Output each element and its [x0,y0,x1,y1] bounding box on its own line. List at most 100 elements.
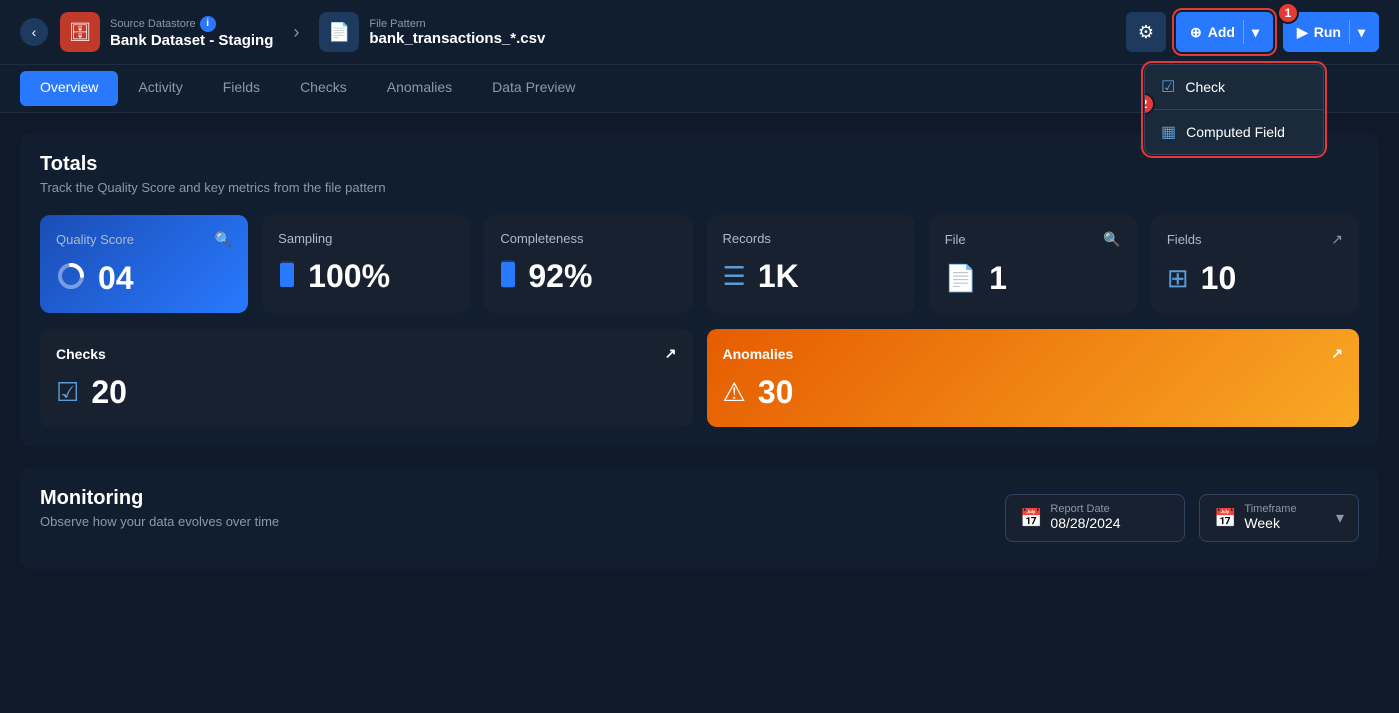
source-datastore-icon: 🗄 [60,12,100,52]
header-left: ‹ 🗄 Source Datastore i Bank Dataset - St… [20,12,545,52]
settings-button[interactable]: ⚙ [1126,12,1166,52]
fields-arrow-icon[interactable]: ↗ [1331,231,1343,248]
sampling-value: 100% [308,258,390,295]
metric-header-sampling: Sampling [278,231,454,246]
timeframe-chevron-icon: ▾ [1336,508,1344,528]
header: ‹ 🗄 Source Datastore i Bank Dataset - St… [0,0,1399,65]
tab-activity[interactable]: Activity [118,65,202,112]
metric-header-completeness: Completeness [500,231,676,246]
completeness-label: Completeness [500,231,583,246]
file-search-icon[interactable]: 🔍 [1103,231,1120,248]
anomalies-card[interactable]: Anomalies ↗ ⚠ 30 [707,329,1360,427]
file-text: File Pattern bank_transactions_*.csv [369,18,545,47]
back-button[interactable]: ‹ [20,18,48,46]
tab-data-preview[interactable]: Data Preview [472,65,595,112]
timeframe-value: Week [1244,515,1280,531]
timeframe-field[interactable]: 📅 Timeframe Week ▾ [1199,494,1359,542]
quality-score-label: Quality Score [56,232,134,247]
anomalies-label: Anomalies [723,346,794,362]
timeframe-text: Timeframe Week [1244,503,1296,533]
checks-label: Checks [56,346,106,362]
file-pattern-name: bank_transactions_*.csv [369,30,545,47]
totals-title: Totals [40,153,1359,176]
metric-card-file[interactable]: File 🔍 📄 1 [929,215,1137,313]
metric-card-completeness[interactable]: Completeness 92% [484,215,692,313]
totals-subtitle: Track the Quality Score and key metrics … [40,180,1359,195]
records-icon: ☰ [723,261,746,292]
metric-card-sampling[interactable]: Sampling 100% [262,215,470,313]
quality-value-row: 04 [56,260,232,297]
checks-value: 20 [91,374,127,411]
sampling-value-row: 100% [278,258,454,295]
metric-header-records: Records [723,231,899,246]
fields-value-row: ⊞ 10 [1167,260,1343,297]
report-date-value: 08/28/2024 [1050,515,1120,531]
bottom-row: Checks ↗ ☑ 20 Anomalies ↗ ⚠ 30 [40,329,1359,427]
dropdown-item-computed-field[interactable]: ▦ Computed Field [1145,109,1323,154]
tab-fields[interactable]: Fields [203,65,280,112]
add-badge-1: 1 [1277,2,1299,24]
anomalies-value: 30 [758,374,794,411]
monitoring-section: Monitoring Observe how your data evolves… [20,467,1379,569]
sampling-icon [278,259,296,294]
monitoring-right: 📅 Report Date 08/28/2024 📅 Timeframe Wee… [1005,494,1359,542]
checks-value-row: ☑ 20 [56,374,677,411]
timeframe-calendar-icon: 📅 [1214,508,1236,529]
file-value: 1 [989,260,1007,297]
quality-score-value: 04 [98,260,134,297]
completeness-value: 92% [528,258,592,295]
run-play-icon: ▶ [1297,24,1308,41]
add-button[interactable]: ⊕ Add ▾ [1176,12,1273,52]
dropdown-check-label: Check [1185,79,1225,95]
completeness-value-row: 92% [500,258,676,295]
records-value: 1K [758,258,799,295]
calendar-icon: 📅 [1020,508,1042,529]
metric-card-records[interactable]: Records ☰ 1K [707,215,915,313]
file-pattern-label: File Pattern [369,18,545,30]
run-divider [1349,20,1350,44]
records-label: Records [723,231,771,246]
file-value-row: 📄 1 [945,260,1121,297]
add-chevron-icon: ▾ [1252,24,1259,41]
anomalies-arrow-icon[interactable]: ↗ [1331,345,1343,362]
main-content: Totals Track the Quality Score and key m… [0,113,1399,589]
checks-card[interactable]: Checks ↗ ☑ 20 [40,329,693,427]
totals-section: Totals Track the Quality Score and key m… [20,133,1379,447]
computed-field-icon: ▦ [1161,122,1176,142]
add-plus-icon: ⊕ [1190,24,1202,41]
sampling-label: Sampling [278,231,332,246]
file-block: 📄 File Pattern bank_transactions_*.csv [319,12,545,52]
file-label: File [945,232,966,247]
add-label: Add [1208,24,1235,40]
monitoring-title: Monitoring [40,487,279,510]
anomalies-title-row: Anomalies ↗ [723,345,1344,362]
anomalies-value-row: ⚠ 30 [723,374,1344,411]
source-name: Bank Dataset - Staging [110,32,273,49]
tab-overview[interactable]: Overview [20,71,118,106]
tab-checks[interactable]: Checks [280,65,367,112]
run-chevron-icon: ▾ [1358,24,1365,41]
metric-card-fields[interactable]: Fields ↗ ⊞ 10 [1151,215,1359,313]
check-icon: ☑ [1161,77,1175,97]
dropdown-item-check[interactable]: ☑ Check [1145,65,1323,109]
metric-card-quality-score[interactable]: Quality Score 🔍 04 [40,215,248,313]
fields-columns-icon: ⊞ [1167,263,1189,294]
source-info-badge[interactable]: i [200,16,216,32]
tab-anomalies[interactable]: Anomalies [367,65,472,112]
breadcrumb-arrow: › [293,22,299,43]
metric-header-quality: Quality Score 🔍 [56,231,232,248]
source-block: 🗄 Source Datastore i Bank Dataset - Stag… [60,12,273,52]
metrics-row: Quality Score 🔍 04 Sampling [40,215,1359,313]
records-value-row: ☰ 1K [723,258,899,295]
report-date-field[interactable]: 📅 Report Date 08/28/2024 [1005,494,1185,542]
checks-arrow-icon[interactable]: ↗ [665,345,677,362]
run-label: Run [1314,24,1341,40]
completeness-icon [500,259,516,294]
monitoring-left: Monitoring Observe how your data evolves… [40,487,279,549]
metric-header-fields: Fields ↗ [1167,231,1343,248]
quality-search-icon[interactable]: 🔍 [215,231,232,248]
checks-checkbox-icon: ☑ [56,377,79,408]
anomalies-warning-icon: ⚠ [723,377,746,408]
fields-value: 10 [1201,260,1237,297]
checks-title-row: Checks ↗ [56,345,677,362]
